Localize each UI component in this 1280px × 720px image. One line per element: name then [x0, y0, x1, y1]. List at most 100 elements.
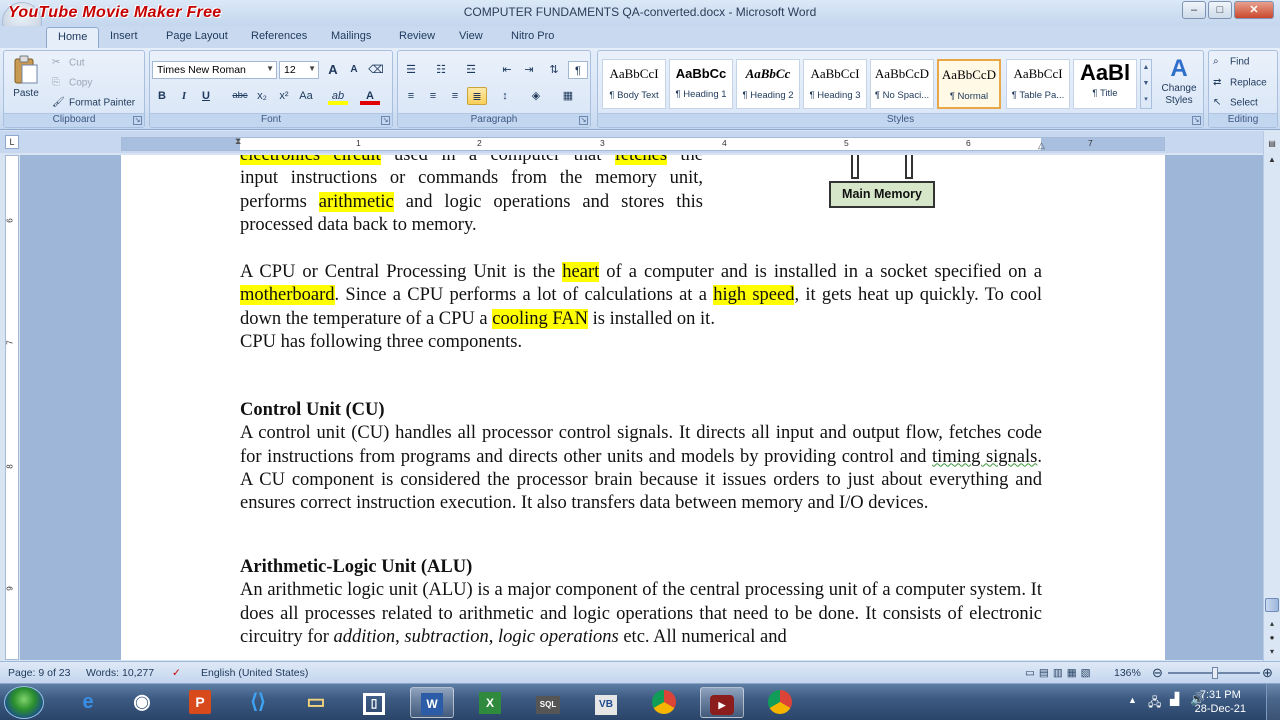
clipboard-launcher-icon[interactable]: ↘	[133, 116, 142, 125]
highlight-button[interactable]: ab	[328, 87, 348, 105]
shading-button[interactable]: ◈	[526, 87, 546, 105]
tray-expand-icon[interactable]: ▲	[1128, 695, 1137, 705]
format-painter-button[interactable]: 🖌 Format Painter	[52, 97, 135, 109]
grow-font-button[interactable]: A	[323, 61, 343, 79]
tab-references[interactable]: References	[251, 30, 307, 42]
right-indent-marker-icon[interactable]: △	[1038, 140, 1045, 151]
tab-mailings[interactable]: Mailings	[331, 30, 371, 42]
maximize-button[interactable]: □	[1208, 1, 1232, 19]
paragraph-launcher-icon[interactable]: ↘	[579, 116, 588, 125]
bold-button[interactable]: B	[152, 87, 172, 105]
select-browse-object-icon[interactable]: ●	[1265, 631, 1279, 645]
proofing-icon[interactable]: ✓	[172, 667, 181, 679]
font-name-select[interactable]: Times New Roman ▼	[152, 61, 277, 79]
vertical-ruler[interactable]: 6 7 8 9	[5, 155, 19, 660]
change-styles-button[interactable]: A Change Styles	[1156, 55, 1202, 107]
internet-explorer-icon[interactable]: e	[66, 687, 110, 718]
show-desktop-button[interactable]	[1266, 684, 1280, 720]
movie-maker-icon[interactable]: ▶	[700, 687, 744, 718]
tab-review[interactable]: Review	[399, 30, 435, 42]
page-count[interactable]: Page: 9 of 23	[8, 667, 70, 679]
copy-button[interactable]: ⎘ Copy	[52, 77, 92, 89]
strikethrough-button[interactable]: abc	[230, 87, 250, 105]
superscript-button[interactable]: x²	[274, 87, 294, 105]
horizontal-ruler[interactable]: 1 2 3 4 5 6 7 ⧗ △	[121, 136, 1165, 151]
cut-button[interactable]: ✂ Cut	[52, 57, 85, 69]
tab-home[interactable]: Home	[46, 27, 100, 48]
style-heading-2[interactable]: AaBbCc ¶ Heading 2	[736, 59, 800, 109]
view-buttons[interactable]: ▭▤▥▦▧	[1025, 667, 1095, 679]
next-page-icon[interactable]: ▾	[1265, 645, 1279, 659]
network-icon[interactable]: 🖧	[1148, 693, 1161, 714]
nitro-pdf-icon[interactable]: P	[178, 687, 222, 718]
style-title[interactable]: AaBl ¶ Title	[1073, 59, 1137, 109]
vertical-scrollbar[interactable]: ▤ ▲ ▴ ● ▾	[1263, 131, 1280, 661]
chrome-icon[interactable]	[642, 687, 686, 718]
find-button[interactable]: ⌕ Find	[1213, 56, 1249, 68]
close-button[interactable]: ✕	[1234, 1, 1274, 19]
sql-icon[interactable]: SQL	[526, 687, 570, 718]
style-table-paragraph[interactable]: AaBbCcI ¶ Table Pa...	[1006, 59, 1070, 109]
shrink-font-button[interactable]: A	[344, 61, 364, 79]
file-explorer-icon[interactable]: ▭	[294, 687, 338, 718]
zoom-slider-thumb[interactable]	[1212, 667, 1218, 679]
clear-formatting-button[interactable]: ⌫	[366, 61, 386, 79]
styles-launcher-icon[interactable]: ↘	[1192, 116, 1201, 125]
decrease-indent-button[interactable]: ⇤	[497, 61, 517, 79]
sort-button[interactable]: ⇅	[544, 61, 564, 79]
document-page[interactable]: Main Memory electronics circuit used in …	[121, 155, 1165, 660]
style-body-text[interactable]: AaBbCcI ¶ Body Text	[602, 59, 666, 109]
visual-basic-icon[interactable]: VB	[584, 687, 628, 718]
grammar-squiggle[interactable]: timing signals	[932, 447, 1037, 467]
tab-page-layout[interactable]: Page Layout	[166, 30, 228, 42]
increase-indent-button[interactable]: ⇥	[519, 61, 539, 79]
justify-button[interactable]: ≣	[467, 87, 487, 105]
show-formatting-button[interactable]: ¶	[568, 61, 588, 79]
paste-button[interactable]: Paste	[10, 55, 42, 107]
start-button[interactable]	[4, 686, 44, 719]
bullets-button[interactable]: ☰	[401, 61, 421, 79]
align-left-button[interactable]: ≡	[401, 87, 421, 105]
zoom-out-icon[interactable]: ⊖	[1152, 665, 1163, 681]
language-indicator[interactable]: English (United States)	[201, 667, 308, 679]
line-spacing-button[interactable]: ↕	[495, 87, 515, 105]
chrome-profile-icon[interactable]	[758, 687, 802, 718]
align-right-button[interactable]: ≡	[445, 87, 465, 105]
align-center-button[interactable]: ≡	[423, 87, 443, 105]
font-launcher-icon[interactable]: ↘	[381, 116, 390, 125]
tab-view[interactable]: View	[459, 30, 483, 42]
subscript-button[interactable]: x₂	[252, 87, 272, 105]
zoom-in-icon[interactable]: ⊕	[1262, 665, 1273, 681]
tab-selector[interactable]: L	[5, 135, 19, 149]
document-area[interactable]: Main Memory electronics circuit used in …	[20, 155, 1263, 660]
obs-icon[interactable]: ◉	[120, 687, 164, 718]
italic-button[interactable]: I	[174, 87, 194, 105]
previous-page-icon[interactable]: ▴	[1265, 617, 1279, 631]
zoom-slider[interactable]	[1168, 667, 1260, 679]
tab-nitro-pro[interactable]: Nitro Pro	[511, 30, 554, 42]
style-no-spacing[interactable]: AaBbCcD ¶ No Spaci...	[870, 59, 934, 109]
excel-icon[interactable]: X	[468, 687, 512, 718]
indent-marker-icon[interactable]: ⧗	[235, 136, 241, 147]
font-size-select[interactable]: 12 ▼	[279, 61, 319, 79]
select-button[interactable]: ↖ Select	[1213, 97, 1258, 109]
style-heading-1[interactable]: AaBbCc ¶ Heading 1	[669, 59, 733, 109]
vscode-icon[interactable]: ⟨⟩	[236, 687, 280, 718]
numbering-button[interactable]: ☷	[431, 61, 451, 79]
borders-button[interactable]: ▦	[558, 87, 578, 105]
view-ruler-icon[interactable]: ▤	[1265, 137, 1279, 151]
replace-button[interactable]: ⇄ Replace	[1213, 77, 1267, 89]
scroll-up-icon[interactable]: ▲	[1265, 153, 1279, 167]
word-count[interactable]: Words: 10,277	[86, 667, 154, 679]
multilevel-list-button[interactable]: ☲	[461, 61, 481, 79]
underline-button[interactable]: U	[196, 87, 216, 105]
font-color-button[interactable]: A	[360, 87, 380, 105]
change-case-button[interactable]: Aa	[296, 87, 316, 105]
app-window-icon[interactable]: ▯	[352, 687, 396, 718]
styles-scroll[interactable]: ▲ ▼ ▾	[1140, 59, 1152, 109]
clock[interactable]: 7:31 PM 28-Dec-21	[1195, 688, 1246, 716]
word-taskbar-icon[interactable]: W	[410, 687, 454, 718]
scroll-thumb[interactable]	[1265, 598, 1279, 612]
minimize-button[interactable]: –	[1182, 1, 1206, 19]
style-normal[interactable]: AaBbCcD ¶ Normal	[937, 59, 1001, 109]
